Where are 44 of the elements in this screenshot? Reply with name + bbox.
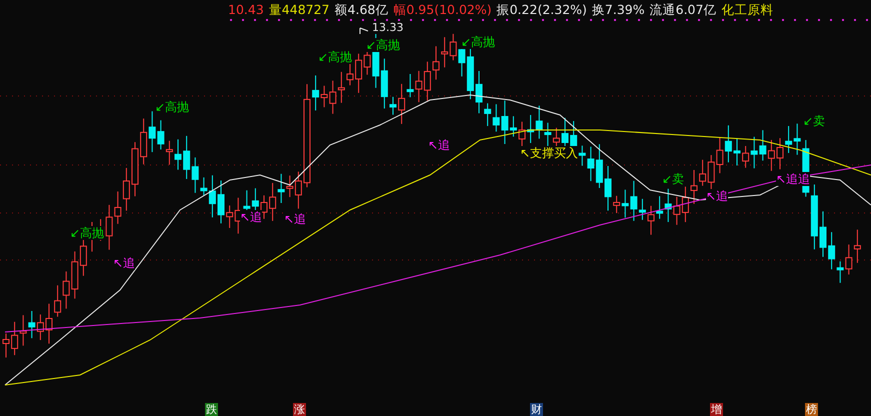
quote-stat: 10.43 [228,2,264,19]
quote-stat: 换7.39% [592,2,645,19]
candlestick [734,138,740,166]
signal-label: ↖支撑买入 [520,146,578,160]
candlestick [648,205,654,236]
candlestick [46,303,52,344]
candlestick [820,210,826,258]
signal-label: ↙卖 [662,172,684,186]
event-tag: 榜 [805,403,818,416]
candlestick [260,194,268,220]
signal-label: ↙高抛 [155,100,190,114]
candlestick [690,169,698,204]
signal-label: ↖追 [428,138,450,152]
signal-label: ↙高抛 [318,50,352,64]
candlestick [776,138,784,170]
quote-stat: 量448727 [268,2,330,19]
signal-label: ↙高抛 [461,35,496,49]
candlestick [604,165,612,212]
candlestick [218,180,224,224]
quote-stat: 幅0.95(10.02%) [393,2,492,19]
signal-label: ↖追 [706,189,728,203]
signal-label: ↖追 [284,212,306,226]
event-tag: 增 [710,403,723,416]
candlestick [476,70,482,114]
candlestick [432,46,440,80]
event-tag: 财 [530,403,543,416]
signal-label: ↙高抛 [366,38,400,52]
event-tag: 涨 [293,403,306,416]
quote-stat: 化工原料 [721,2,774,19]
quote-stat: 流通6.07亿 [650,2,716,19]
signal-label: ↙卖 [803,114,826,128]
event-tag: 跌 [205,403,218,416]
signal-label: ↙高抛 [70,226,104,240]
signal-label: ↖追追 [776,172,810,186]
signal-label: ↖追 [113,256,136,270]
high-marker-icon [360,28,368,34]
quote-stat: 振0.22(2.32%) [496,2,587,19]
candlestick [390,96,396,116]
candlestick [2,333,10,358]
quote-stat: 额4.68亿 [334,2,388,19]
high-price-label: 13.33 [372,21,404,34]
candlestick [132,142,138,197]
candlestick [174,138,182,170]
signal-label: ↖追 [240,210,262,224]
